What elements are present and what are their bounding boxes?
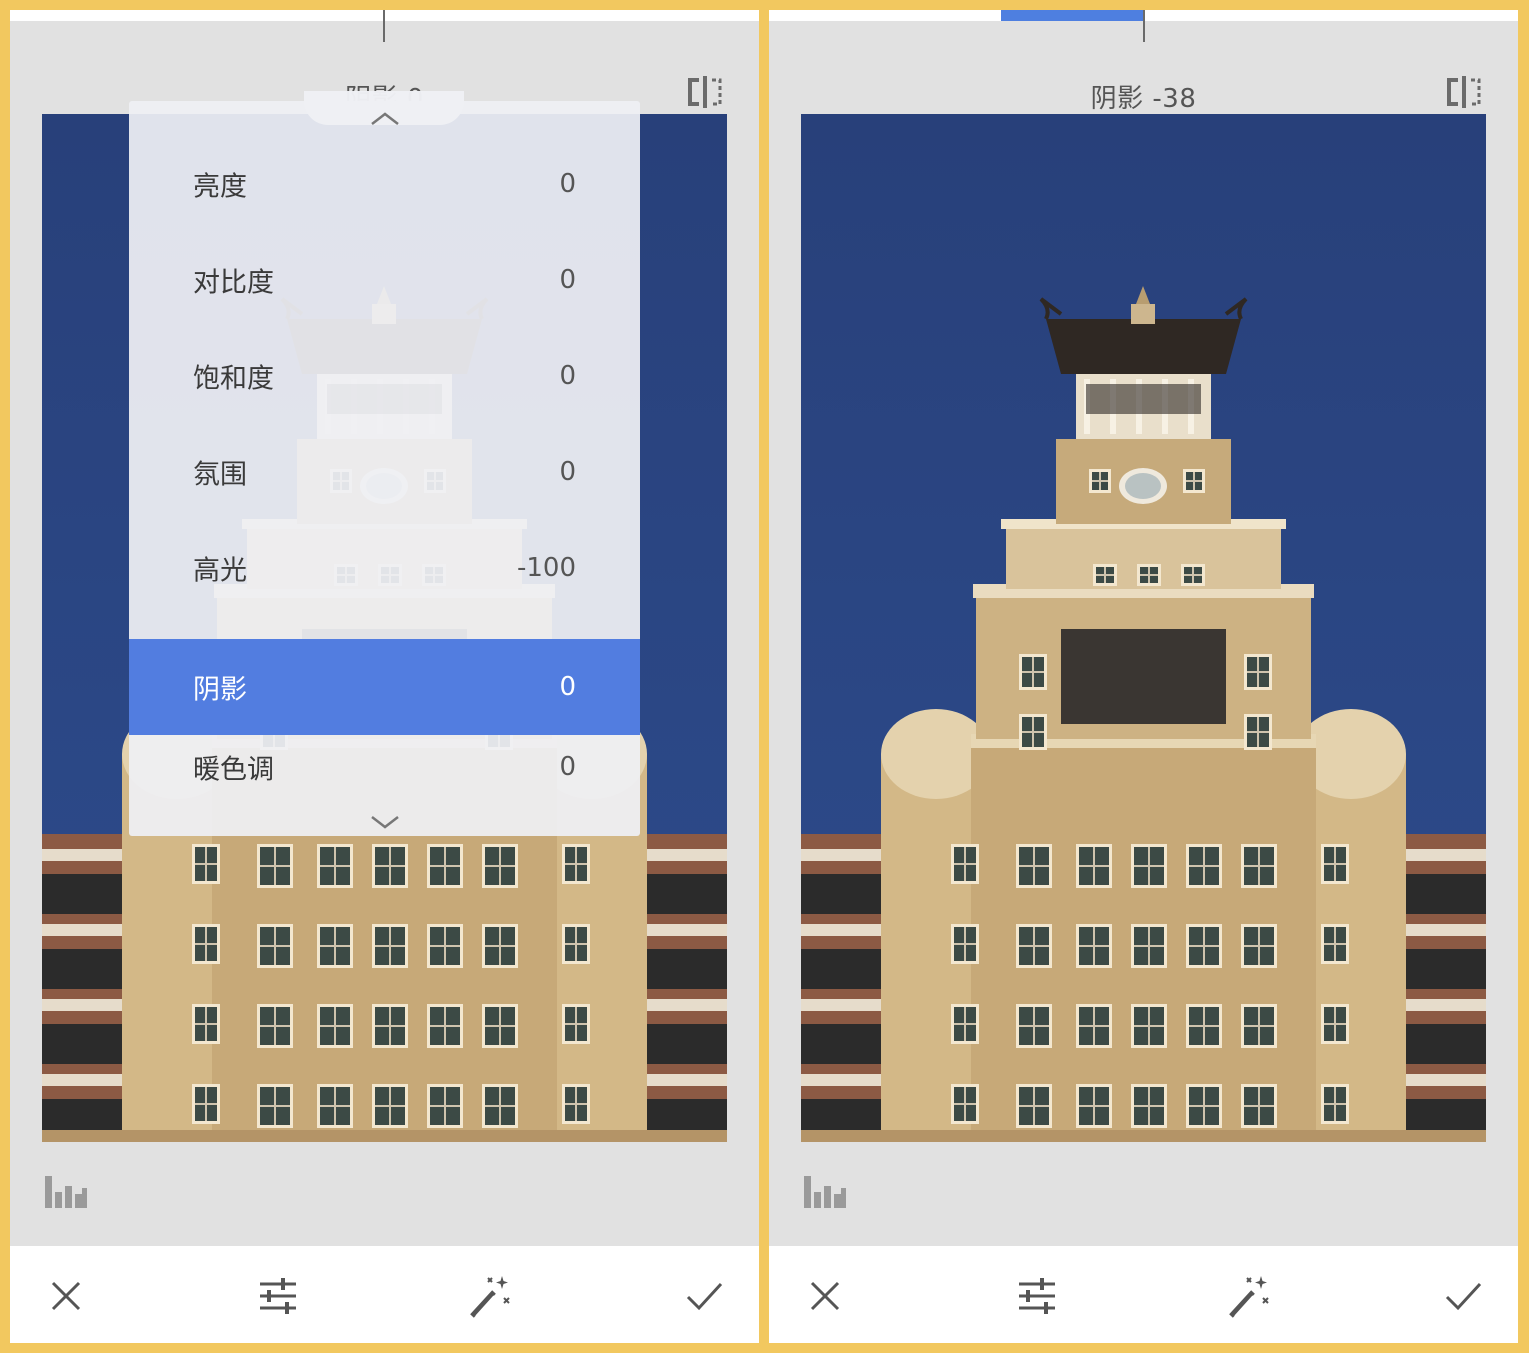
split-compare-icon[interactable] <box>685 72 725 112</box>
sliders-icon <box>260 1278 296 1314</box>
apply-button[interactable] <box>680 1272 728 1320</box>
menu-item-saturation[interactable]: 饱和度 0 <box>129 328 640 424</box>
menu-item-label: 高光 <box>193 555 247 587</box>
menu-item-label: 亮度 <box>193 171 247 203</box>
chevron-down-icon[interactable] <box>369 813 401 831</box>
menu-item-label: 暖色调 <box>193 754 274 786</box>
menu-item-label: 氛围 <box>193 459 247 491</box>
menu-item-label: 阴影 <box>193 674 247 706</box>
menu-item-highlights[interactable]: 高光 -100 <box>129 520 640 616</box>
parameter-label: 阴影 -38 <box>769 78 1518 115</box>
menu-item-value: 0 <box>559 265 576 295</box>
apply-button[interactable] <box>1439 1272 1487 1320</box>
menu-item-warmth[interactable]: 暖色调 0 <box>129 719 640 815</box>
chevron-up-icon[interactable] <box>369 109 401 127</box>
menu-item-value: 0 <box>559 361 576 391</box>
split-compare-icon[interactable] <box>1444 72 1484 112</box>
menu-item-value: 0 <box>559 169 576 199</box>
auto-button[interactable] <box>466 1272 514 1320</box>
menu-item-value: 0 <box>559 752 576 782</box>
adjust-button[interactable] <box>254 1272 302 1320</box>
cancel-button[interactable] <box>801 1272 849 1320</box>
menu-item-ambiance[interactable]: 氛围 0 <box>129 424 640 520</box>
bottom-toolbar <box>10 1246 759 1343</box>
parameter-value: -38 <box>1152 84 1197 114</box>
checkmark-icon <box>686 1282 723 1311</box>
editor-panel-right: 阴影 -38 <box>769 10 1518 1343</box>
menu-item-contrast[interactable]: 对比度 0 <box>129 232 640 328</box>
slider-center-tick <box>1143 10 1145 42</box>
checkmark-icon <box>1445 1282 1482 1311</box>
slider-center-tick <box>383 10 385 42</box>
magic-wand-icon <box>1229 1276 1269 1318</box>
parameter-name: 阴影 <box>1090 84 1144 114</box>
adjust-button[interactable] <box>1013 1272 1061 1320</box>
bottom-toolbar <box>769 1246 1518 1343</box>
menu-item-value: 0 <box>559 457 576 487</box>
menu-item-value: -100 <box>516 553 576 583</box>
slider-fill <box>1000 10 1143 21</box>
menu-item-label: 饱和度 <box>193 363 274 395</box>
photo-preview[interactable] <box>801 114 1486 1142</box>
menu-item-brightness[interactable]: 亮度 0 <box>129 136 640 232</box>
menu-item-value: 0 <box>559 672 576 702</box>
sliders-icon <box>1019 1278 1055 1314</box>
auto-button[interactable] <box>1225 1272 1273 1320</box>
histogram-icon[interactable] <box>44 1174 88 1210</box>
editor-panel-left: 阴影 0 <box>10 10 759 1343</box>
menu-item-label: 对比度 <box>193 267 274 299</box>
cancel-button[interactable] <box>42 1272 90 1320</box>
adjustment-menu: 亮度 0 对比度 0 饱和度 0 氛围 0 高光 -100 阴影 0 暖色调 0 <box>129 91 640 836</box>
close-icon <box>51 1281 81 1311</box>
magic-wand-icon <box>470 1276 510 1318</box>
close-icon <box>810 1281 840 1311</box>
histogram-icon[interactable] <box>803 1174 847 1210</box>
